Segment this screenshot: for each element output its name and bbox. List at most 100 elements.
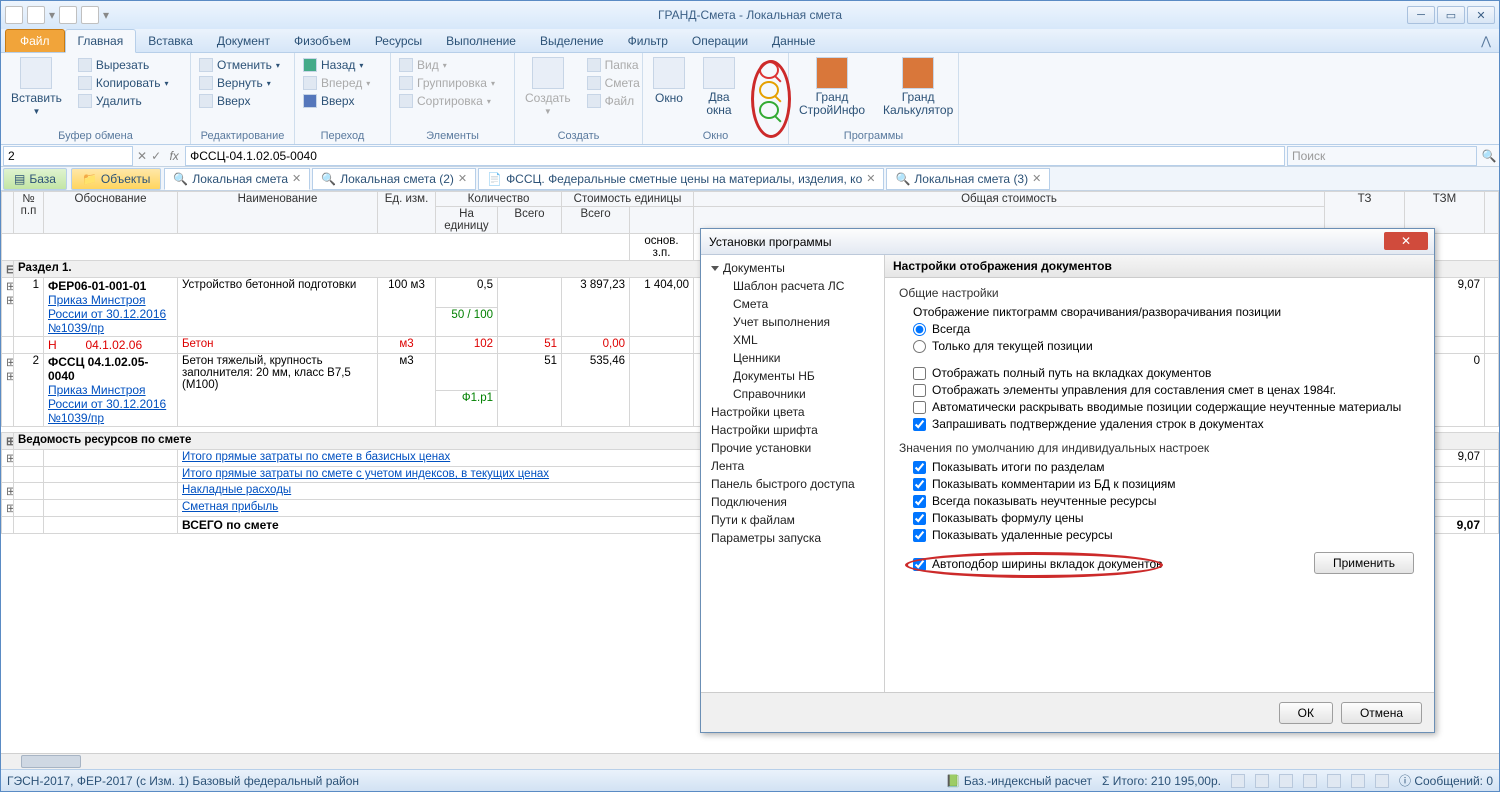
col-totalcost[interactable]: Общая стоимость <box>694 192 1325 207</box>
col-basis[interactable]: Обоснование <box>44 192 178 234</box>
delete-button[interactable]: Удалить <box>76 93 171 109</box>
paste-button[interactable]: Вставить▼ <box>7 55 66 125</box>
ribbon-tab-main[interactable]: Главная <box>65 29 137 53</box>
mag-yellow-icon[interactable] <box>759 81 779 99</box>
back-button[interactable]: Назад▾ <box>301 57 384 73</box>
tree-item[interactable]: Пути к файлам <box>701 511 884 529</box>
col-unit[interactable]: Ед. изм. <box>378 192 436 234</box>
chk-db-comments[interactable]: Показывать комментарии из БД к позициям <box>913 477 1420 491</box>
tree-item[interactable]: Учет выполнения <box>701 313 884 331</box>
scroll-thumb[interactable] <box>21 755 81 768</box>
doc-tab[interactable]: 🔍Локальная смета (2)✕ <box>312 168 476 190</box>
qat-undo-icon[interactable] <box>59 6 77 24</box>
doc-tab[interactable]: 📄ФССЦ. Федеральные сметные цены на матер… <box>478 168 884 190</box>
copy-button[interactable]: Копировать▾ <box>76 75 171 91</box>
tab-close-icon[interactable]: ✕ <box>1032 172 1041 185</box>
ok-button[interactable]: ОК <box>1279 702 1333 724</box>
calc-mode[interactable]: 📗 Баз.-индексный расчет <box>946 774 1092 788</box>
tree-item[interactable]: Шаблон расчета ЛС <box>701 277 884 295</box>
sb-icon[interactable] <box>1351 774 1365 788</box>
chk-price-formula[interactable]: Показывать формулу цены <box>913 511 1420 525</box>
sb-icon[interactable] <box>1279 774 1293 788</box>
sb-icon[interactable] <box>1303 774 1317 788</box>
ribbon-tab[interactable]: Данные <box>760 30 827 52</box>
cut-button[interactable]: Вырезать <box>76 57 171 73</box>
chk-fullpath[interactable]: Отображать полный путь на вкладках докум… <box>913 366 1420 380</box>
tree-item[interactable]: Настройки шрифта <box>701 421 884 439</box>
undo-button[interactable]: Отменить▾ <box>197 57 288 73</box>
group-button[interactable]: Группировка▾ <box>397 75 508 91</box>
sb-icon[interactable] <box>1375 774 1389 788</box>
window-button[interactable]: Окно <box>649 55 689 125</box>
collapse-icon[interactable]: ⊟ <box>2 261 14 278</box>
ribbon-tab[interactable]: Операции <box>680 30 760 52</box>
doc-tab[interactable]: 🔍Локальная смета✕ <box>164 168 310 190</box>
col-name[interactable]: Наименование <box>178 192 378 234</box>
tree-item[interactable]: Параметры запуска <box>701 529 884 547</box>
cancel-button[interactable]: Отмена <box>1341 702 1422 724</box>
cell-ref-input[interactable]: 2 <box>3 146 133 166</box>
apply-button[interactable]: Применить <box>1314 552 1414 574</box>
forward-button[interactable]: Вперед▾ <box>301 75 384 91</box>
chk-show-unaccounted[interactable]: Всегда показывать неучтенные ресурсы <box>913 494 1420 508</box>
objects-button[interactable]: 📁Объекты <box>71 168 161 190</box>
ribbon-tab[interactable]: Фильтр <box>616 30 680 52</box>
col-qty[interactable]: Количество <box>436 192 562 207</box>
sb-icon[interactable] <box>1231 774 1245 788</box>
expand-icon[interactable]: ⊞ <box>2 433 14 450</box>
ribbon-tab[interactable]: Выполнение <box>434 30 528 52</box>
tab-close-icon[interactable]: ✕ <box>292 172 301 185</box>
ribbon-toggle-icon[interactable]: ⋀ <box>1473 30 1499 52</box>
tree-item[interactable]: Прочие установки <box>701 439 884 457</box>
file-tab[interactable]: Файл <box>5 29 65 52</box>
tab-close-icon[interactable]: ✕ <box>866 172 875 185</box>
tree-item[interactable]: Документы НБ <box>701 367 884 385</box>
tree-item-documents[interactable]: Документы <box>701 259 884 277</box>
chk-autoexpand[interactable]: Автоматически раскрывать вводимые позици… <box>913 400 1420 414</box>
tree-item[interactable]: Ценники <box>701 349 884 367</box>
dialog-tree[interactable]: Документы Шаблон расчета ЛС Смета Учет в… <box>701 255 885 692</box>
qat-redo-icon[interactable] <box>81 6 99 24</box>
formula-input[interactable]: ФССЦ-04.1.02.05-0040 <box>185 146 1285 166</box>
ribbon-tab[interactable]: Вставка <box>136 30 205 52</box>
tree-item[interactable]: XML <box>701 331 884 349</box>
sb-icon[interactable] <box>1327 774 1341 788</box>
radio-current[interactable]: Только для текущей позиции <box>913 339 1420 353</box>
tab-close-icon[interactable]: ✕ <box>458 172 467 185</box>
estimate-button[interactable]: Смета <box>585 75 642 91</box>
chk-section-totals[interactable]: Показывать итоги по разделам <box>913 460 1420 474</box>
redo-button[interactable]: Вернуть▾ <box>197 75 288 91</box>
mag-red-icon[interactable] <box>759 61 779 79</box>
ribbon-tab[interactable]: Документ <box>205 30 282 52</box>
base-button[interactable]: ▤База <box>3 168 67 190</box>
tree-item[interactable]: Справочники <box>701 385 884 403</box>
sort-button[interactable]: Сортировка▾ <box>397 93 508 109</box>
tree-item[interactable]: Панель быстрого доступа <box>701 475 884 493</box>
radio-always[interactable]: Всегда <box>913 322 1420 336</box>
tree-item[interactable]: Настройки цвета <box>701 403 884 421</box>
mag-green-icon[interactable] <box>759 101 779 119</box>
fx-icon[interactable]: fx <box>163 149 185 163</box>
ribbon-tab[interactable]: Выделение <box>528 30 616 52</box>
minimize-button[interactable]: ─ <box>1407 6 1435 24</box>
dialog-close-button[interactable]: ✕ <box>1384 232 1428 250</box>
tree-item[interactable]: Смета <box>701 295 884 313</box>
ribbon-tab[interactable]: Ресурсы <box>363 30 434 52</box>
expand-icon[interactable]: ⊞⊞ <box>2 278 14 337</box>
expand-icon[interactable]: ⊞⊞ <box>2 354 14 427</box>
scrollbar-horizontal[interactable] <box>1 753 1499 769</box>
qat-icon[interactable] <box>27 6 45 24</box>
status-messages[interactable]: ⓘ Сообщений: 0 <box>1399 772 1493 789</box>
col-unitcost[interactable]: Стоимость единицы <box>562 192 694 207</box>
up-nav-button[interactable]: Вверх <box>301 93 384 109</box>
up-button[interactable]: Вверх <box>197 93 288 109</box>
tree-item[interactable]: Лента <box>701 457 884 475</box>
file-button[interactable]: Файл <box>585 93 642 109</box>
chk-deleted-resources[interactable]: Показывать удаленные ресурсы <box>913 528 1420 542</box>
maximize-button[interactable]: ▭ <box>1437 6 1465 24</box>
two-windows-button[interactable]: Два окна <box>699 55 739 125</box>
folder-button[interactable]: Папка <box>585 57 642 73</box>
doc-tab[interactable]: 🔍Локальная смета (3)✕ <box>886 168 1050 190</box>
col-no[interactable]: № п.п <box>14 192 44 234</box>
grand-calc-button[interactable]: Гранд Калькулятор <box>879 55 957 125</box>
